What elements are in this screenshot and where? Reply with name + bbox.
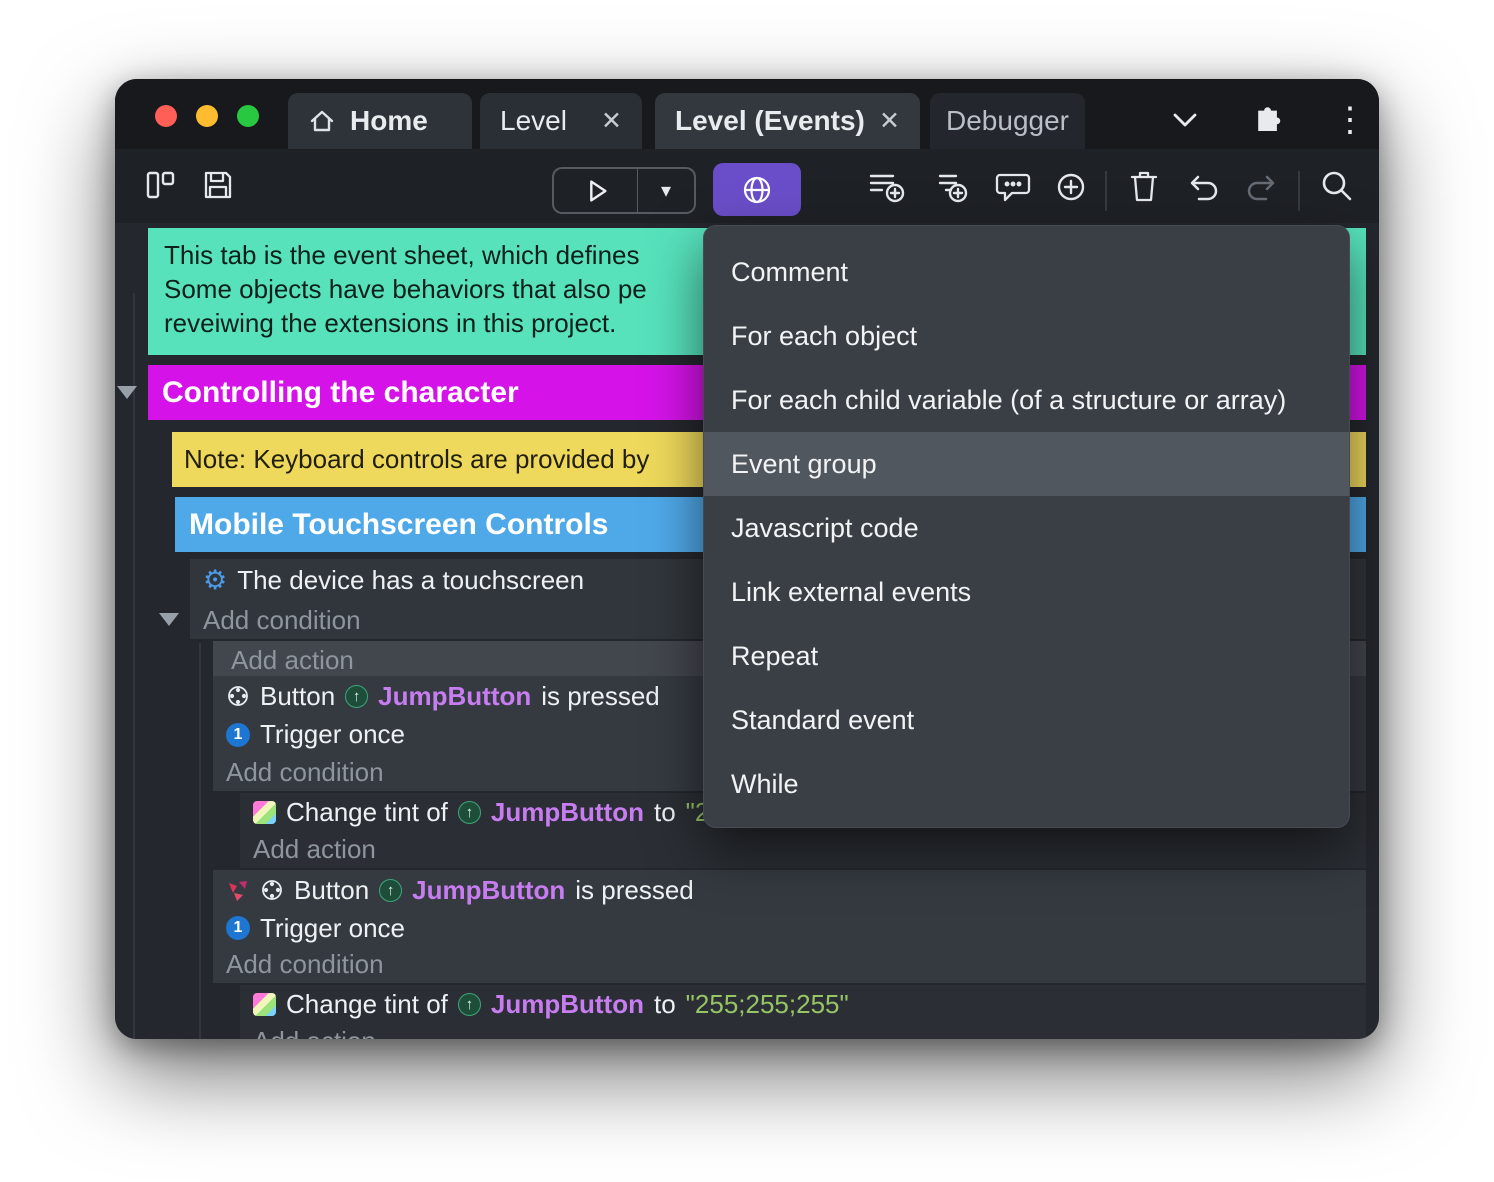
tint-palette-icon <box>253 800 276 824</box>
play-icon <box>589 179 607 202</box>
event-jumpbutton-pressed-2[interactable]: Button ↑ JumpButton is pressed 1 Trigger… <box>213 870 1366 983</box>
trigger-once-icon: 1 <box>226 916 250 940</box>
tree-guide-line <box>199 643 201 1039</box>
titlebar: Home Level ✕ Level (Events) ✕ Debugger ⋮ <box>115 79 1379 149</box>
button-object-icon <box>226 684 250 708</box>
redo-button[interactable] <box>1243 169 1281 205</box>
tab-debugger-label: Debugger <box>946 105 1069 136</box>
menu-item-link-external-events[interactable]: Link external events <box>704 560 1349 624</box>
tab-debugger[interactable]: Debugger <box>930 93 1085 149</box>
home-icon <box>308 107 336 135</box>
undo-button[interactable] <box>1184 169 1222 205</box>
action-row[interactable]: Change tint of ↑ JumpButton to "255;255;… <box>240 985 1366 1023</box>
add-comment-button[interactable] <box>994 169 1032 205</box>
close-window-button[interactable] <box>155 105 177 127</box>
menu-item-standard-event[interactable]: Standard event <box>704 688 1349 752</box>
object-name: JumpButton <box>412 874 566 905</box>
object-name: JumpButton <box>378 680 532 711</box>
search-button[interactable] <box>1318 167 1356 205</box>
save-button[interactable] <box>200 167 236 203</box>
toolbar-divider <box>1298 171 1300 211</box>
add-action-link[interactable]: Add action <box>240 1023 1366 1039</box>
menu-item-while[interactable]: While <box>704 752 1349 816</box>
gear-system-icon: ⚙ <box>203 564 228 595</box>
kebab-menu-icon[interactable]: ⋮ <box>1333 103 1367 137</box>
tint-palette-icon <box>253 992 276 1016</box>
add-event-globe-button[interactable] <box>713 163 801 216</box>
chevron-down-icon[interactable] <box>1168 103 1202 137</box>
jumpbutton-object-icon: ↑ <box>379 878 403 902</box>
tab-home[interactable]: Home <box>288 93 472 149</box>
group-title: Controlling the character <box>162 375 519 409</box>
toolbar-divider <box>1105 171 1107 211</box>
add-subevent-button[interactable] <box>929 168 971 206</box>
puzzle-extensions-icon[interactable] <box>1248 103 1282 137</box>
menu-item-javascript-code[interactable]: Javascript code <box>704 496 1349 560</box>
behavior-icon <box>226 878 250 902</box>
string-value: "255;255;255" <box>685 988 849 1019</box>
close-tab-icon[interactable]: ✕ <box>879 106 900 136</box>
project-panels-button[interactable] <box>142 167 178 203</box>
traffic-lights <box>155 105 259 127</box>
trigger-once-icon: 1 <box>226 722 250 747</box>
collapse-arrow-icon[interactable] <box>117 386 137 399</box>
trash-button[interactable] <box>1126 167 1162 205</box>
globe-icon <box>743 176 771 203</box>
tab-level-label: Level <box>500 105 567 136</box>
group-title: Mobile Touchscreen Controls <box>189 507 609 541</box>
menu-item-repeat[interactable]: Repeat <box>704 624 1349 688</box>
jumpbutton-object-icon: ↑ <box>457 992 481 1016</box>
button-object-icon <box>260 878 284 902</box>
menu-item-for-each-object[interactable]: For each object <box>704 304 1349 368</box>
zoom-window-button[interactable] <box>237 105 259 127</box>
jumpbutton-object-icon: ↑ <box>457 800 481 824</box>
jumpbutton-object-icon: ↑ <box>345 684 369 708</box>
preview-options-dropdown[interactable]: ▾ <box>637 167 696 214</box>
object-name: JumpButton <box>490 988 644 1019</box>
tab-level[interactable]: Level ✕ <box>480 93 642 149</box>
condition-row[interactable]: Button ↑ JumpButton is pressed <box>213 870 1366 910</box>
close-tab-icon[interactable]: ✕ <box>601 106 622 136</box>
note-text: Note: Keyboard controls are provided by <box>184 444 650 474</box>
minimize-window-button[interactable] <box>196 105 218 127</box>
menu-item-comment[interactable]: Comment <box>704 240 1349 304</box>
add-action-link[interactable]: Add action <box>240 831 1366 868</box>
add-event-context-menu: Comment For each object For each child v… <box>703 225 1350 828</box>
condition-text: The device has a touchscreen <box>237 564 585 595</box>
menu-item-for-each-child-variable[interactable]: For each child variable (of a structure … <box>704 368 1349 432</box>
menu-item-event-group[interactable]: Event group <box>704 432 1349 496</box>
tab-home-label: Home <box>350 105 428 136</box>
add-other-event-button[interactable] <box>1053 169 1089 205</box>
add-event-button[interactable] <box>866 168 908 206</box>
caret-down-icon: ▾ <box>660 180 672 202</box>
preview-play-button[interactable] <box>552 167 638 214</box>
tab-level-events[interactable]: Level (Events) ✕ <box>655 93 920 149</box>
collapse-arrow-icon[interactable] <box>159 613 179 626</box>
object-name: JumpButton <box>490 796 644 827</box>
add-condition-link[interactable]: Add condition <box>213 946 1366 983</box>
tree-guide-line <box>133 293 135 1039</box>
app-window: Home Level ✕ Level (Events) ✕ Debugger ⋮ <box>115 79 1379 1039</box>
condition-row[interactable]: 1 Trigger once <box>213 910 1366 946</box>
tab-level-events-label: Level (Events) <box>675 105 865 136</box>
event-jumpbutton-pressed-2-actions[interactable]: Change tint of ↑ JumpButton to "255;255;… <box>240 985 1366 1039</box>
